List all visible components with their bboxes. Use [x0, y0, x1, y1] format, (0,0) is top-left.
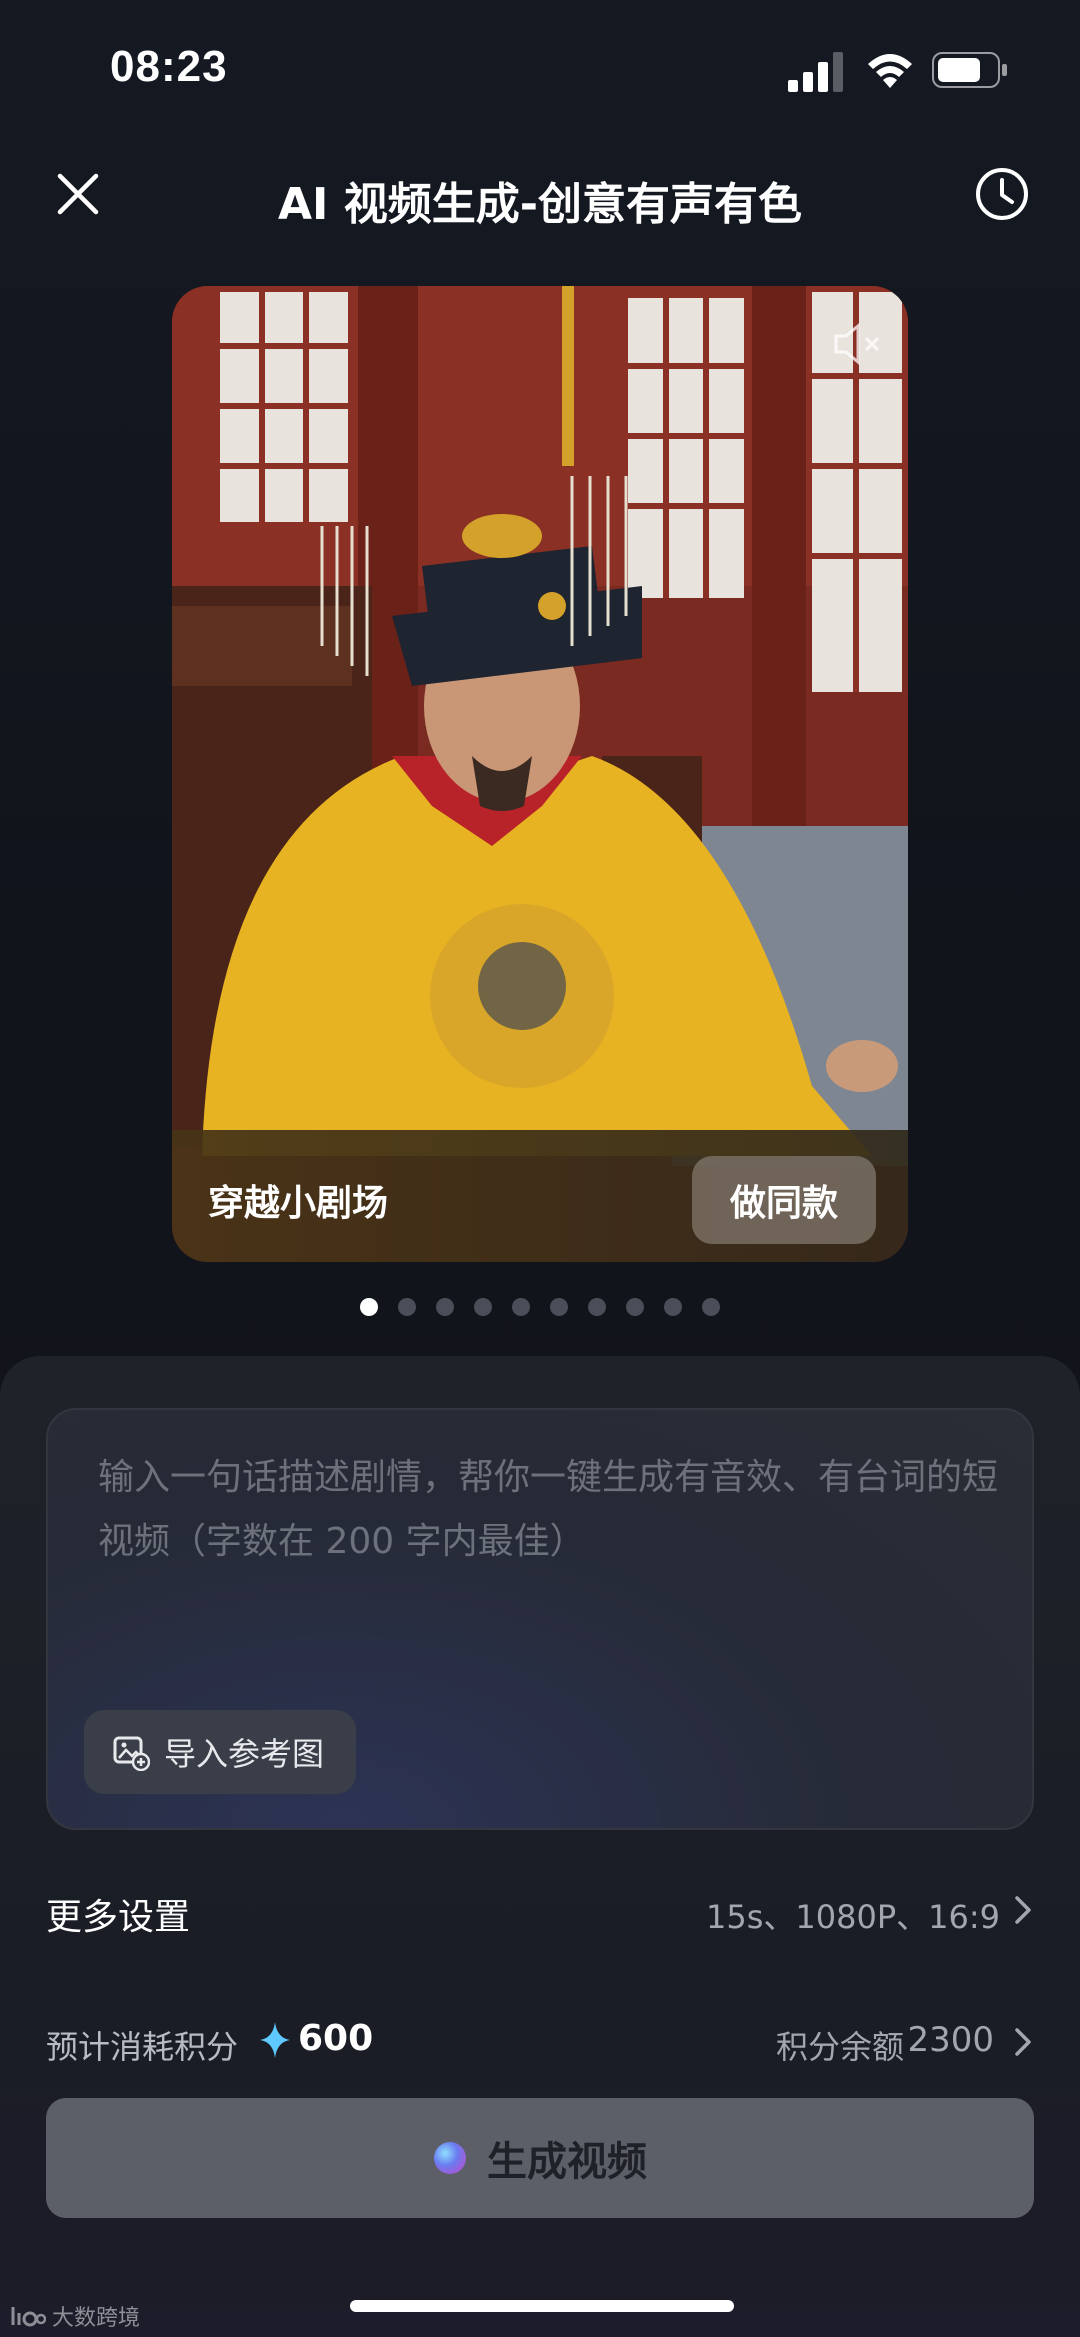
header: AI 视频生成-创意有声有色: [0, 150, 1080, 240]
more-settings-label: 更多设置: [46, 1897, 191, 1938]
template-preview-image: [172, 286, 908, 1262]
credit-balance-value[interactable]: 2300: [907, 2020, 994, 2060]
credit-balance-label[interactable]: 积分余额: [776, 2022, 904, 2068]
generate-video-button[interactable]: 生成视频: [46, 2098, 1034, 2218]
card-footer: 穿越小剧场 做同款: [172, 1130, 908, 1262]
screen: 08:23 AI 视频生成-创意有声有色 穿越小剧场 做同款 输入一句话描述剧情…: [0, 0, 1080, 2337]
prompt-placeholder: 输入一句话描述剧情，帮你一键生成有音效、有台词的短视频（字数在 200 字内最佳…: [98, 1457, 999, 1562]
pagination-dot[interactable]: [664, 1298, 682, 1316]
wifi-icon: [868, 54, 912, 88]
signal-icon: [788, 52, 843, 92]
page-title: AI 视频生成-创意有声有色: [277, 179, 802, 230]
orb-icon: [434, 2142, 466, 2174]
import-reference-button[interactable]: 导入参考图: [84, 1710, 357, 1794]
pagination-dot[interactable]: [626, 1298, 644, 1316]
pagination-dot[interactable]: [360, 1298, 378, 1316]
make-same-button[interactable]: 做同款: [692, 1156, 876, 1244]
prompt-input[interactable]: 输入一句话描述剧情，帮你一键生成有音效、有台词的短视频（字数在 200 字内最佳…: [46, 1408, 1034, 1830]
pagination-dot[interactable]: [474, 1298, 492, 1316]
pagination-dot[interactable]: [702, 1298, 720, 1316]
estimated-cost-label: 预计消耗积分: [46, 2028, 239, 2066]
image-add-icon: [113, 1736, 150, 1771]
history-icon[interactable]: [974, 166, 1030, 222]
pagination-dot[interactable]: [436, 1298, 454, 1316]
mute-icon[interactable]: [832, 322, 884, 366]
carousel-pagination: [0, 1298, 1080, 1318]
pagination-dot[interactable]: [550, 1298, 568, 1316]
pagination-dot[interactable]: [588, 1298, 606, 1316]
status-time: 08:23: [110, 42, 228, 91]
status-bar: 08:23: [0, 0, 1080, 140]
chevron-right-icon[interactable]: [1012, 2026, 1034, 2058]
template-card[interactable]: 穿越小剧场 做同款: [172, 286, 908, 1262]
sparkle-icon: [260, 2022, 290, 2058]
pagination-dot[interactable]: [512, 1298, 530, 1316]
watermark-logo-icon: [11, 2307, 46, 2327]
more-settings-row[interactable]: 更多设置 15s、1080P、16:9: [46, 1864, 1034, 1954]
generate-video-label: 生成视频: [487, 2140, 647, 2184]
settings-summary: 15s、1080P、16:9: [706, 1898, 1000, 1936]
pagination-dot[interactable]: [398, 1298, 416, 1316]
battery-icon: [932, 52, 1007, 88]
chevron-right-icon: [1015, 1896, 1031, 1924]
card-caption: 穿越小剧场: [208, 1183, 389, 1224]
credits-row: 预计消耗积分 600 积分余额 2300: [46, 1996, 1034, 2086]
home-indicator[interactable]: [350, 2300, 734, 2312]
import-reference-label: 导入参考图: [164, 1735, 325, 1773]
creation-panel: 输入一句话描述剧情，帮你一键生成有音效、有台词的短视频（字数在 200 字内最佳…: [0, 1356, 1080, 2337]
estimated-cost-value: 600: [298, 2018, 374, 2059]
watermark-text: 大数跨境: [52, 2306, 141, 2331]
watermark: 大数跨境: [10, 2300, 140, 2332]
